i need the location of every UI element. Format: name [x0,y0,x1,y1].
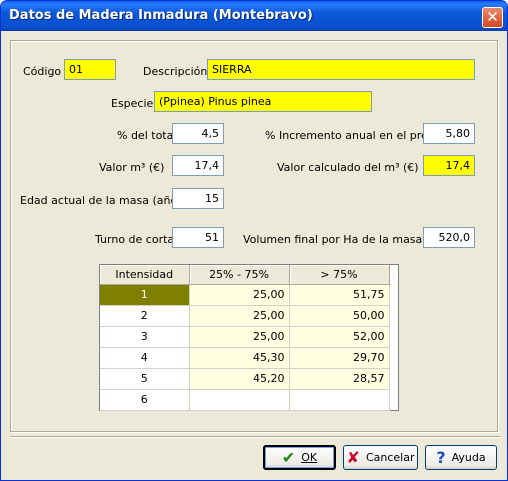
valor-m3-label: Valor m³ (€) [99,161,165,174]
ok-button-label: OK [301,451,318,464]
incremento-label: % Incremento anual en el precio [265,129,444,142]
question-icon: ? [436,447,446,467]
title-bar[interactable]: Datos de Madera Inmadura (Montebravo) ✕ [1,1,507,31]
cancel-button-label: Cancelar [365,451,415,464]
edad-label: Edad actual de la masa (años) [20,194,188,207]
close-icon: ✕ [486,8,499,26]
x-icon: ✘ [346,447,360,467]
incremento-field[interactable]: 5,80 [423,123,475,144]
pct-total-label: % del total [117,129,177,142]
column-header-25-75[interactable]: 25% - 75% [189,265,290,285]
help-button[interactable]: ? Ayuda [425,445,497,470]
column-header-intensidad[interactable]: Intensidad [100,265,190,285]
table-cell[interactable]: 45,30 [189,347,290,369]
edad-field[interactable]: 15 [172,188,224,209]
table-row[interactable]: 5 45,20 28,57 [100,368,390,390]
table-row[interactable]: 1 25,00 51,75 [100,284,390,306]
table-cell[interactable]: 25,00 [189,305,290,327]
table-cell[interactable]: 25,00 [189,326,290,348]
table-cell[interactable]: 28,57 [289,368,390,390]
table-row[interactable]: 6 [100,389,390,411]
table-cell[interactable] [189,389,290,411]
help-button-label: Ayuda [451,451,486,464]
column-header-gt-75[interactable]: > 75% [289,265,390,285]
check-icon: ✔ [281,447,296,467]
table-row[interactable]: 2 25,00 50,00 [100,305,390,327]
intensity-cell[interactable]: 6 [100,389,190,411]
volumen-label: Volumen final por Ha de la masa (m³) [243,233,450,246]
especie-label: Especie [111,97,154,110]
button-separator [10,436,500,438]
window-title: Datos de Madera Inmadura (Montebravo) [9,8,313,23]
volumen-field[interactable]: 520,0 [423,227,475,248]
table-cell[interactable] [289,389,390,411]
pct-total-field[interactable]: 4,5 [172,123,224,144]
table-row[interactable]: 3 25,00 52,00 [100,326,390,348]
turno-label: Turno de corta [95,233,175,246]
intensity-grid[interactable]: Intensidad 25% - 75% > 75% 1 25,00 51,75… [99,264,399,411]
intensity-cell[interactable]: 2 [100,305,190,327]
table-cell[interactable]: 51,75 [289,284,390,306]
intensity-table: Intensidad 25% - 75% > 75% 1 25,00 51,75… [100,265,390,411]
descripcion-label: Descripción [143,65,208,78]
descripcion-field[interactable]: SIERRA [207,59,475,80]
intensity-cell[interactable]: 3 [100,326,190,348]
intensity-cell-selected[interactable]: 1 [100,284,190,306]
table-cell[interactable]: 50,00 [289,305,390,327]
intensity-cell[interactable]: 4 [100,347,190,369]
valor-calculado-field[interactable]: 17,4 [423,155,475,176]
intensity-cell[interactable]: 5 [100,368,190,390]
close-button[interactable]: ✕ [482,7,503,28]
especie-field[interactable]: (Ppinea) Pinus pinea [154,91,372,112]
table-cell[interactable]: 52,00 [289,326,390,348]
cancel-button[interactable]: ✘ Cancelar [343,445,418,470]
valor-m3-field[interactable]: 17,4 [172,155,224,176]
table-cell[interactable]: 29,70 [289,347,390,369]
ok-button[interactable]: ✔ OK [263,445,336,470]
valor-calculado-label: Valor calculado del m³ (€) [277,161,419,174]
table-row[interactable]: 4 45,30 29,70 [100,347,390,369]
table-cell[interactable]: 45,20 [189,368,290,390]
turno-field[interactable]: 51 [172,227,224,248]
codigo-label: Código [23,65,62,78]
dialog-window: Datos de Madera Inmadura (Montebravo) ✕ … [0,0,508,481]
table-cell[interactable]: 25,00 [189,284,290,306]
codigo-field[interactable]: 01 [64,59,116,80]
